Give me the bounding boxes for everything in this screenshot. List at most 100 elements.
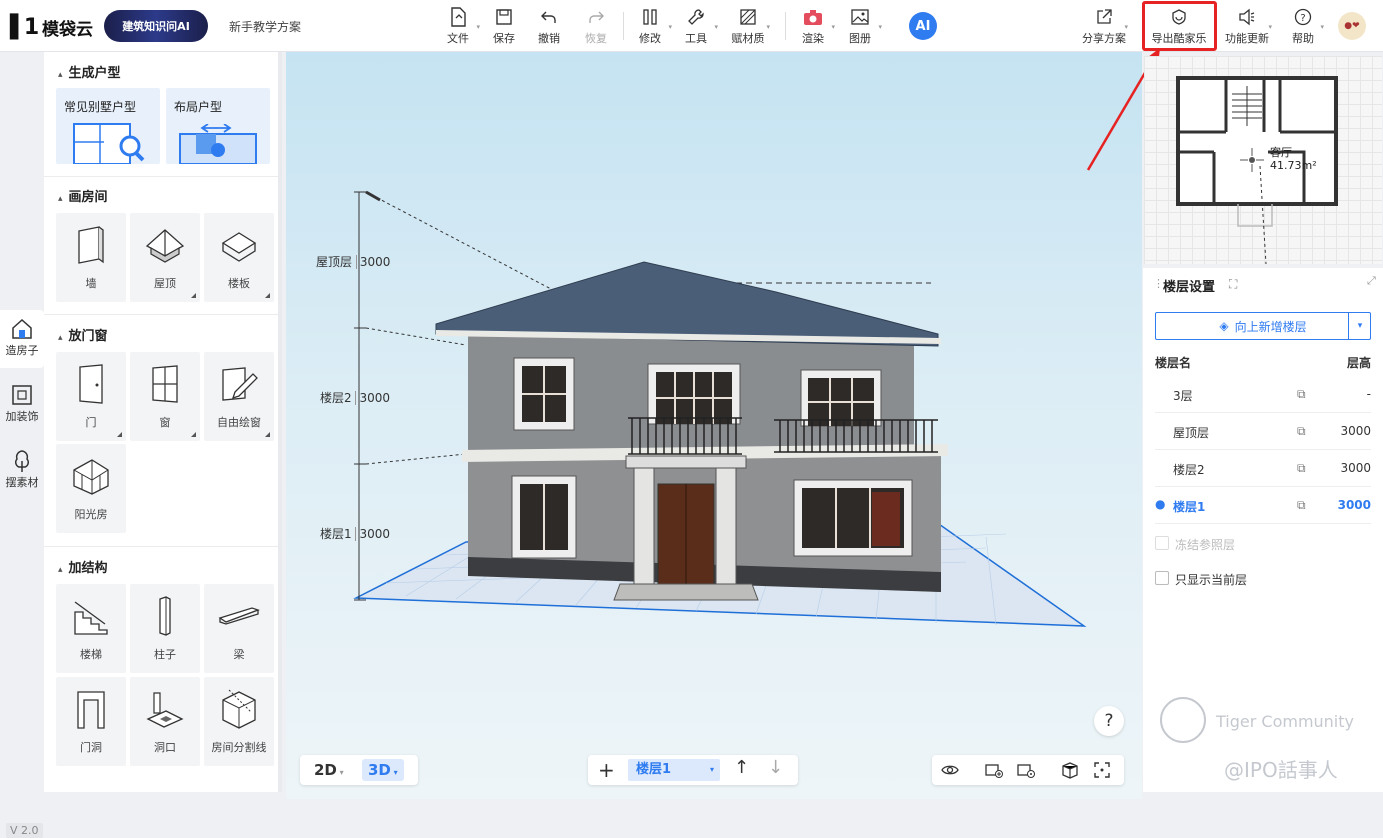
door-opening-tool[interactable]: 门洞	[56, 677, 126, 766]
room-label-living: 客厅 41.73m²	[1270, 146, 1317, 172]
help-button[interactable]: ? 帮助 ▾	[1282, 6, 1324, 46]
layer-stack-icon[interactable]: ⧉	[1297, 387, 1306, 402]
tree-icon	[0, 448, 44, 474]
render-button[interactable]: 渲染 ▾	[791, 6, 835, 46]
sunroom-icon	[56, 456, 126, 496]
switch-icon[interactable]: ⛶	[1229, 277, 1237, 292]
floor-row[interactable]: 楼层2 ⧉ 3000	[1155, 450, 1371, 487]
roof-tool[interactable]: 屋顶	[130, 213, 200, 302]
material-button[interactable]: 赋材质 ▾	[726, 6, 770, 46]
show-current-only-checkbox[interactable]	[1155, 571, 1169, 585]
section-title-structure[interactable]: 加结构	[58, 557, 108, 576]
column-tool[interactable]: 柱子	[130, 584, 200, 673]
rail-place-assets[interactable]: 摆素材	[0, 448, 44, 498]
sunroom-tool[interactable]: 阳光房	[56, 444, 126, 533]
ai-knowledge-banner[interactable]: 建筑知识问AI	[104, 10, 208, 42]
save-icon	[482, 6, 526, 28]
dim-label-floor1: 楼层1 3000	[320, 527, 391, 541]
rail-build-house[interactable]: 造房子	[0, 310, 44, 368]
section-title-draw-room[interactable]: 画房间	[58, 186, 108, 205]
panel-divider	[44, 314, 278, 315]
save-button[interactable]: 保存	[482, 6, 526, 46]
free-window-tool[interactable]: 自由绘窗	[204, 352, 274, 441]
location-pin-icon: ●	[1155, 497, 1166, 511]
undo-button[interactable]: 撤销	[527, 6, 571, 46]
file-button[interactable]: 文件 ▾	[436, 6, 480, 46]
current-floor-select[interactable]: 楼层1 ▾	[628, 759, 720, 781]
panel-divider	[44, 176, 278, 177]
freeze-ref-checkbox[interactable]	[1155, 536, 1169, 550]
decor-icon	[0, 382, 44, 408]
view-tools	[932, 755, 1124, 785]
show-current-only-label: 只显示当前层	[1175, 573, 1248, 587]
floor-row[interactable]: 屋顶层 ⧉ 3000	[1155, 413, 1371, 450]
door-opening-icon	[56, 689, 126, 729]
expand-icon[interactable]: ⤢	[1367, 274, 1376, 288]
column-header-height: 层高	[1346, 356, 1371, 370]
floorplan-minimap[interactable]: 客厅 41.73m²	[1144, 56, 1382, 264]
modify-icon	[628, 6, 672, 28]
villa-template-card[interactable]: 常见别墅户型	[56, 88, 160, 164]
stairs-icon	[56, 596, 126, 636]
wall-icon	[56, 225, 126, 265]
layer-stack-icon[interactable]: ⧉	[1297, 498, 1306, 513]
image-icon	[838, 6, 882, 28]
undo-icon	[527, 6, 571, 28]
floor-down-arrow-icon[interactable]: ↓	[768, 757, 783, 778]
window-tool[interactable]: 窗	[130, 352, 200, 441]
eye-icon[interactable]	[940, 760, 960, 783]
layer-stack-icon[interactable]: ⧉	[1297, 424, 1306, 439]
dim-label-floor2: 楼层2 3000	[320, 391, 391, 405]
section-title-generate[interactable]: 生成户型	[58, 62, 121, 81]
handle-watermark: @IPO話事人	[1224, 758, 1338, 782]
camera-settings-icon[interactable]	[1016, 760, 1036, 783]
room-divider-tool[interactable]: 房间分割线	[204, 677, 274, 766]
floor-row[interactable]: 3层 ⧉ -	[1155, 376, 1371, 413]
view-mode-switch: 2D ▾ 3D ▾	[300, 755, 418, 785]
floorplan-search-icon	[73, 123, 145, 164]
updates-button[interactable]: 功能更新 ▾	[1222, 6, 1272, 46]
tutorial-link[interactable]: 新手教学方案	[229, 18, 301, 35]
freeze-ref-label: 冻结参照层	[1175, 538, 1236, 552]
door-tool[interactable]: 门	[56, 352, 126, 441]
ai-button[interactable]: AI	[909, 12, 937, 40]
view-3d-button[interactable]: 3D ▾	[362, 759, 404, 781]
floor-slab-tool[interactable]: 楼板	[204, 213, 274, 302]
stairs-tool[interactable]: 楼梯	[56, 584, 126, 673]
add-floor-plus-icon[interactable]: +	[598, 758, 615, 782]
add-floor-up-button[interactable]: ◈ 向上新增楼层	[1155, 312, 1371, 340]
add-floor-dropdown[interactable]: ▾	[1348, 312, 1371, 340]
tools-button[interactable]: 工具 ▾	[674, 6, 718, 46]
album-button[interactable]: 图册 ▾	[838, 6, 882, 46]
hole-tool[interactable]: 洞口	[130, 677, 200, 766]
redo-button[interactable]: 恢复	[574, 6, 618, 46]
left-panel: 生成户型 常见别墅户型 布局户型 画房间 墙 屋顶 楼板 放门窗 门 窗 自由绘…	[44, 52, 282, 792]
floor-up-arrow-icon[interactable]: ↑	[734, 757, 749, 778]
wrench-icon	[674, 6, 718, 28]
beam-tool[interactable]: 梁	[204, 584, 274, 673]
cube-view-icon[interactable]	[1060, 760, 1080, 783]
modify-button[interactable]: 修改 ▾	[628, 6, 672, 46]
slab-icon	[204, 225, 274, 265]
house-3d-scene[interactable]	[286, 52, 1142, 799]
roof-icon	[130, 225, 200, 265]
camera-add-icon[interactable]	[984, 760, 1004, 783]
door-icon	[56, 364, 126, 404]
layout-template-card[interactable]: 布局户型	[166, 88, 270, 164]
wall-tool[interactable]: 墙	[56, 213, 126, 302]
user-avatar[interactable]: ●❤	[1338, 12, 1366, 40]
rail-add-decor[interactable]: 加装饰	[0, 382, 44, 432]
layer-stack-icon[interactable]: ⧉	[1297, 461, 1306, 476]
help-float-button[interactable]: ?	[1094, 706, 1124, 736]
section-title-doors-windows[interactable]: 放门窗	[58, 325, 108, 344]
3d-viewport[interactable]: 屋顶层 3000 楼层2 3000 楼层1 3000 2D ▾ 3D ▾ + 楼…	[286, 52, 1142, 799]
tiger-logo-watermark	[1160, 697, 1206, 743]
fullscreen-icon[interactable]	[1092, 760, 1112, 783]
file-icon	[436, 6, 480, 28]
floor-row-active[interactable]: ● 楼层1 ⧉ 3000	[1155, 487, 1371, 524]
hole-icon	[130, 689, 200, 729]
view-2d-button[interactable]: 2D ▾	[308, 759, 350, 781]
layers-icon: ◈	[1219, 319, 1229, 333]
speaker-icon	[1222, 6, 1272, 28]
floorplan-drawing	[1176, 76, 1338, 264]
